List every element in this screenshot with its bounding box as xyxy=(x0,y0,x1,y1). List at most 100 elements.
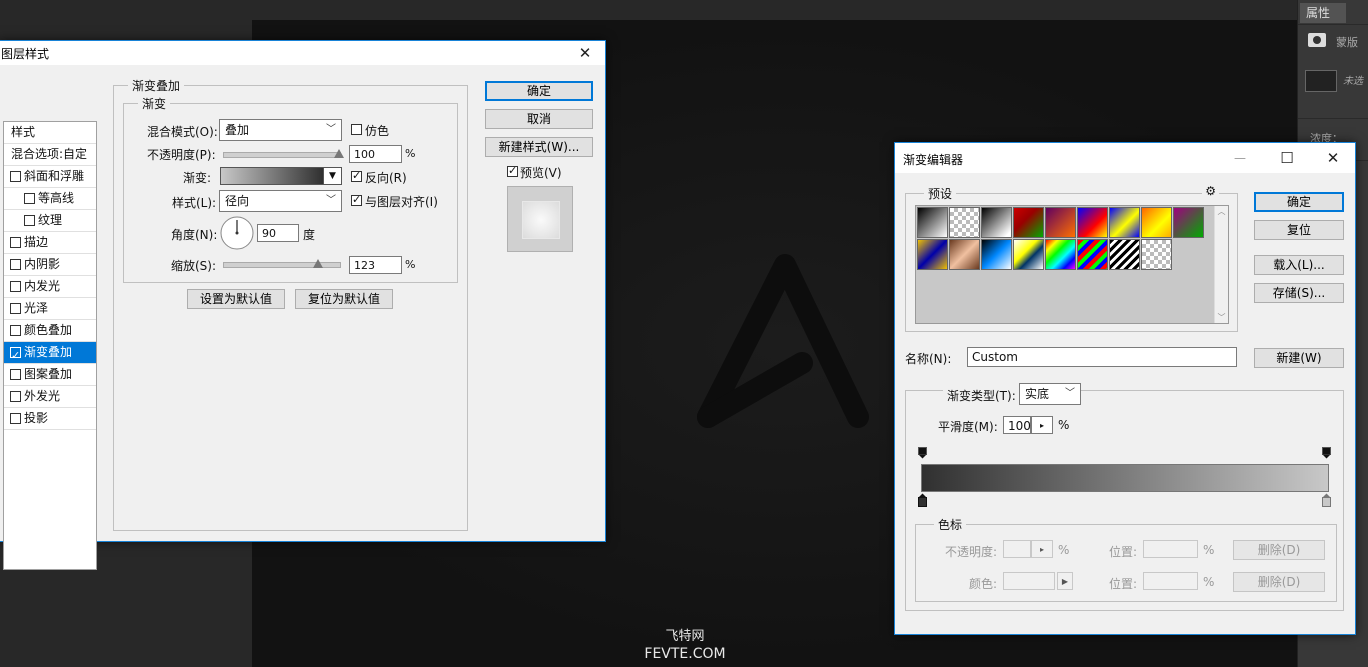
style-item[interactable]: 外发光 xyxy=(4,386,96,408)
style-item-checkbox[interactable] xyxy=(24,215,35,226)
opacity-input[interactable]: 100 xyxy=(349,145,402,163)
stop-color-swatch[interactable] xyxy=(1003,572,1055,590)
opacity-slider[interactable] xyxy=(223,152,341,158)
gradient-preset-swatch[interactable] xyxy=(1077,207,1108,238)
gradient-swatch[interactable] xyxy=(220,167,324,185)
delete-opacity-stop-button[interactable]: 删除(D) xyxy=(1233,540,1325,560)
angle-input[interactable]: 90 xyxy=(257,224,299,242)
gradient-preset-swatch[interactable] xyxy=(1173,207,1204,238)
properties-tab[interactable]: 属性 xyxy=(1300,3,1346,23)
minimize-icon[interactable]: — xyxy=(1220,146,1260,170)
opacity-slider-knob[interactable] xyxy=(334,149,344,158)
gradient-preset-swatch[interactable] xyxy=(1045,207,1076,238)
close-icon[interactable]: ✕ xyxy=(565,41,605,65)
blend-mode-select[interactable]: 叠加 ﹀ xyxy=(219,119,342,141)
smoothness-input[interactable]: 100 xyxy=(1003,416,1031,434)
opacity-stop-left[interactable] xyxy=(918,447,927,459)
scale-input[interactable]: 123 xyxy=(349,256,402,274)
layer-style-titlebar[interactable]: 图层样式 ✕ xyxy=(0,41,605,65)
scale-slider[interactable] xyxy=(223,262,341,268)
stop-color-position-input[interactable] xyxy=(1143,572,1198,590)
gradient-preset-swatch[interactable] xyxy=(1077,239,1108,270)
style-item[interactable]: 渐变叠加 xyxy=(4,342,96,366)
mask-thumbnail[interactable] xyxy=(1305,70,1337,92)
ok-button[interactable]: 确定 xyxy=(485,81,593,101)
watermark-en: FEVTE.COM xyxy=(644,646,726,662)
style-item-checkbox[interactable] xyxy=(24,193,35,204)
style-item[interactable]: 纹理 xyxy=(4,210,96,232)
style-item-checkbox[interactable] xyxy=(10,303,21,314)
load-button[interactable]: 载入(L)... xyxy=(1254,255,1344,275)
gradient-preset-swatch[interactable] xyxy=(1141,207,1172,238)
style-item-checkbox[interactable] xyxy=(10,171,21,182)
style-list-header[interactable]: 样式 xyxy=(4,122,96,144)
smoothness-arrow[interactable]: ▸ xyxy=(1031,416,1053,434)
stop-color-arrow[interactable]: ▶ xyxy=(1057,572,1073,590)
reset-default-button[interactable]: 复位为默认值 xyxy=(295,289,393,309)
style-item[interactable]: 斜面和浮雕 xyxy=(4,166,96,188)
gradient-preset-swatch[interactable] xyxy=(981,207,1012,238)
style-item-checkbox[interactable] xyxy=(10,237,21,248)
gear-icon[interactable]: ⚙ xyxy=(1202,184,1219,198)
gradient-preset-swatch[interactable] xyxy=(1109,207,1140,238)
style-item-checkbox[interactable] xyxy=(10,391,21,402)
gradient-preview-bar[interactable] xyxy=(921,464,1329,492)
gradient-preset-swatch[interactable] xyxy=(1045,239,1076,270)
reset-button[interactable]: 复位 xyxy=(1254,220,1344,240)
style-item[interactable]: 描边 xyxy=(4,232,96,254)
gradient-preset-swatch[interactable] xyxy=(949,239,980,270)
delete-color-stop-button[interactable]: 删除(D) xyxy=(1233,572,1325,592)
style-item[interactable]: 颜色叠加 xyxy=(4,320,96,342)
gradient-preset-swatch[interactable] xyxy=(949,207,980,238)
style-item[interactable]: 内发光 xyxy=(4,276,96,298)
scale-slider-knob[interactable] xyxy=(313,259,324,268)
color-stop-right[interactable] xyxy=(1322,493,1331,507)
gradient-preset-swatch[interactable] xyxy=(917,207,948,238)
style-item-checkbox[interactable] xyxy=(10,413,21,424)
scroll-down-icon[interactable]: ﹀ xyxy=(1215,312,1228,323)
gradient-preset-swatch[interactable] xyxy=(1013,239,1044,270)
scroll-up-icon[interactable]: ︿ xyxy=(1215,206,1228,217)
mask-row[interactable]: 蒙版 xyxy=(1298,24,1368,59)
reverse-checkbox[interactable] xyxy=(351,169,362,182)
gradient-preset-swatch[interactable] xyxy=(981,239,1012,270)
gradient-style-select[interactable]: 径向 ﹀ xyxy=(219,190,342,212)
dither-checkbox[interactable] xyxy=(351,124,362,135)
gradient-preset-swatch[interactable] xyxy=(1013,207,1044,238)
style-item-checkbox[interactable] xyxy=(10,345,21,366)
style-item[interactable]: 光泽 xyxy=(4,298,96,320)
make-default-button[interactable]: 设置为默认值 xyxy=(187,289,285,309)
color-stop-left[interactable] xyxy=(918,493,927,507)
opacity-stop-right[interactable] xyxy=(1322,447,1331,459)
style-item-checkbox[interactable] xyxy=(10,281,21,292)
preview-checkbox[interactable] xyxy=(507,164,518,177)
cancel-button[interactable]: 取消 xyxy=(485,109,593,129)
gradient-dropdown-arrow[interactable]: ▼ xyxy=(323,167,342,185)
gradient-type-select[interactable]: 实底 ﹀ xyxy=(1019,383,1081,405)
close-icon[interactable]: ✕ xyxy=(1313,146,1353,170)
angle-dial[interactable] xyxy=(219,215,255,251)
stop-opacity-position-input[interactable] xyxy=(1143,540,1198,558)
style-item[interactable]: 图案叠加 xyxy=(4,364,96,386)
new-gradient-button[interactable]: 新建(W) xyxy=(1254,348,1344,368)
stop-opacity-arrow[interactable]: ▸ xyxy=(1031,540,1053,558)
style-item[interactable]: 等高线 xyxy=(4,188,96,210)
stop-opacity-input[interactable] xyxy=(1003,540,1031,558)
style-item-checkbox[interactable] xyxy=(10,259,21,270)
style-item-checkbox[interactable] xyxy=(10,325,21,336)
save-button[interactable]: 存储(S)... xyxy=(1254,283,1344,303)
gradient-preset-swatch[interactable] xyxy=(1109,239,1140,270)
maximize-icon[interactable]: ☐ xyxy=(1267,146,1307,170)
blend-options-item[interactable]: 混合选项:自定 xyxy=(4,144,96,166)
ok-button[interactable]: 确定 xyxy=(1254,192,1344,212)
gradient-editor-titlebar[interactable]: 渐变编辑器 — ☐ ✕ xyxy=(895,143,1355,173)
preset-scrollbar[interactable]: ︿ ﹀ xyxy=(1214,206,1228,323)
style-item-checkbox[interactable] xyxy=(10,369,21,380)
gradient-preset-swatch[interactable] xyxy=(1141,239,1172,270)
align-with-layer-checkbox[interactable] xyxy=(351,193,362,206)
style-item[interactable]: 投影 xyxy=(4,408,96,430)
new-style-button[interactable]: 新建样式(W)... xyxy=(485,137,593,157)
style-item[interactable]: 内阴影 xyxy=(4,254,96,276)
gradient-preset-swatch[interactable] xyxy=(917,239,948,270)
name-input[interactable]: Custom xyxy=(967,347,1237,367)
